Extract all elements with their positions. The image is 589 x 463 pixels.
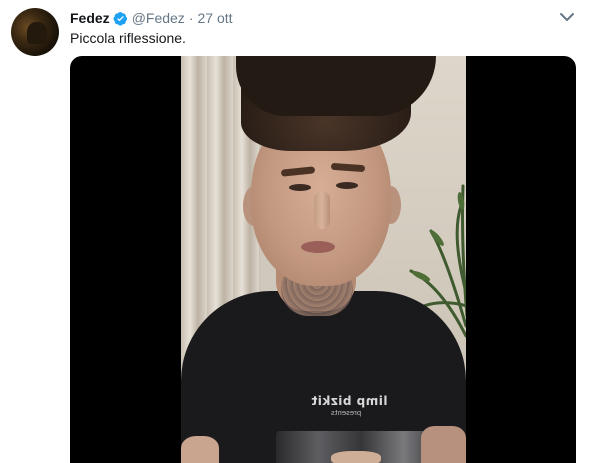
chevron-down-icon[interactable]	[558, 10, 576, 24]
person-mouth	[301, 241, 335, 253]
header-separator: ·	[188, 10, 194, 26]
shirt-print-text: limp bizkit	[311, 394, 388, 408]
display-name[interactable]: Fedez	[70, 10, 110, 26]
person-eye-left	[289, 184, 311, 191]
person-nose	[314, 191, 330, 229]
tweet-text: Piccola riflessione.	[70, 30, 186, 46]
timestamp[interactable]: 27 ott	[197, 10, 232, 26]
person-fingers	[331, 451, 381, 463]
person-hand-right	[421, 426, 466, 463]
handle[interactable]: @Fedez	[132, 10, 185, 26]
person-hand-left	[181, 436, 219, 463]
verified-badge-icon	[113, 11, 127, 26]
video-frame: limp bizkit presents	[181, 56, 466, 463]
tweet: Fedez @Fedez · 27 ott Piccola riflession…	[0, 0, 589, 463]
shirt-print-subtext: presents	[331, 409, 362, 417]
person-eye-right	[336, 182, 358, 189]
avatar[interactable]	[11, 8, 59, 56]
tweet-header: Fedez @Fedez · 27 ott	[70, 9, 233, 27]
avatar-figure	[27, 22, 47, 44]
person-hair-top	[236, 56, 436, 116]
video-player[interactable]: limp bizkit presents	[70, 56, 576, 463]
